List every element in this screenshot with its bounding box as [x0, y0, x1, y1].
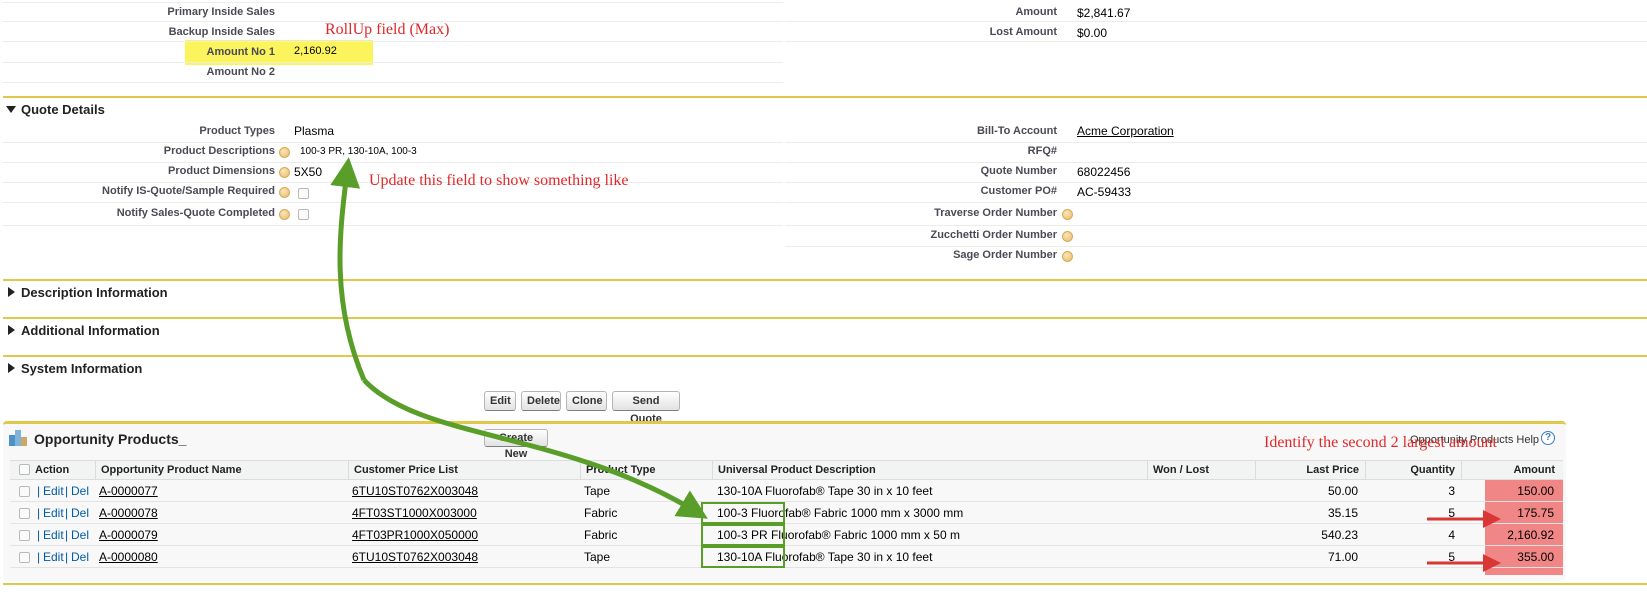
annotation-arrows — [330, 157, 1501, 572]
section-divider — [3, 583, 1647, 585]
green-arrow — [330, 157, 367, 381]
green-arrow — [362, 378, 708, 519]
